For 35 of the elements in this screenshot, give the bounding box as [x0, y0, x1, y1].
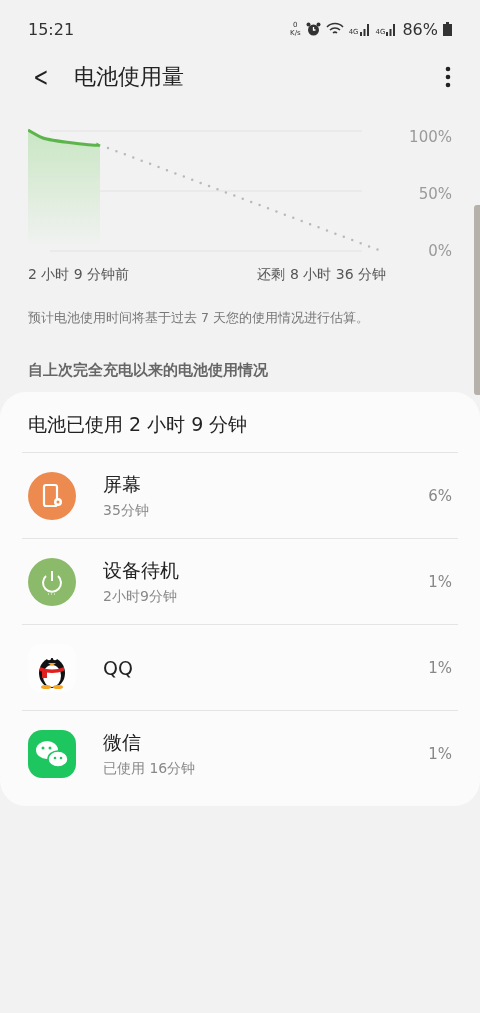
signal-icon	[358, 22, 371, 36]
usage-percent: 6%	[428, 486, 452, 505]
signal-icon	[385, 22, 398, 36]
power-icon	[28, 557, 76, 606]
usage-name: QQ	[103, 656, 133, 679]
remaining-time-label: 还剩 8 小时 36 分钟	[257, 266, 386, 284]
usage-name: 设备待机	[103, 557, 179, 583]
phone-gear-icon	[28, 471, 76, 520]
axis-label: 100%	[409, 128, 452, 146]
axis-label: 0%	[428, 242, 452, 260]
wifi-icon	[325, 22, 344, 36]
usage-detail: 已使用 16分钟	[103, 759, 196, 778]
chat-bubbles-icon	[28, 729, 76, 778]
battery-percent: 86%	[402, 19, 438, 39]
usage-percent: 1%	[428, 658, 452, 677]
usage-percent: 1%	[428, 572, 452, 591]
alarm-icon	[305, 21, 321, 37]
usage-name: 微信	[103, 729, 142, 755]
axis-label: 50%	[418, 185, 452, 203]
page-title: 电池使用量	[73, 63, 184, 91]
usage-row[interactable]: QQ 1%	[22, 625, 458, 711]
status-time: 15:21	[28, 19, 75, 39]
battery-icon	[443, 22, 452, 36]
usage-row[interactable]: 设备待机 2小时9分钟 1%	[22, 539, 458, 625]
usage-percent: 1%	[428, 744, 452, 763]
card-title: 电池已使用 2 小时 9 分钟	[22, 408, 458, 453]
start-time-label: 2 小时 9 分钟前	[28, 266, 130, 284]
section-title: 自上次完全充电以来的电池使用情况	[28, 361, 269, 380]
back-button[interactable]: <	[27, 62, 55, 92]
usage-name: 屏幕	[103, 471, 142, 497]
usage-row[interactable]: 屏幕 35分钟 6%	[22, 453, 458, 539]
usage-detail: 2小时9分钟	[103, 587, 178, 606]
usage-row[interactable]: 微信 已使用 16分钟 1%	[22, 711, 458, 796]
usage-detail: 35分钟	[103, 501, 149, 520]
estimate-note: 预计电池使用时间将基于过去 7 天您的使用情况进行估算。	[28, 310, 370, 327]
